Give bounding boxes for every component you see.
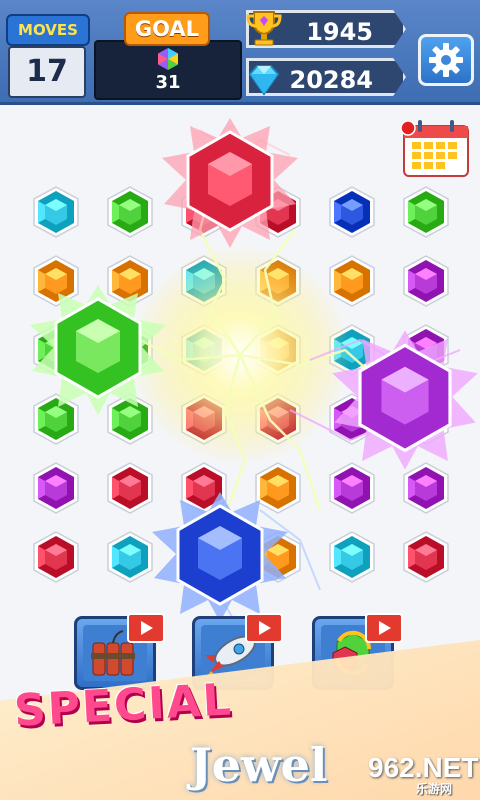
- special-blue-gem[interactable]: [150, 492, 290, 622]
- watch-ad-play-icon[interactable]: [127, 613, 165, 643]
- trophy-score-value: 1945: [306, 18, 373, 46]
- goal-label: GOAL: [124, 12, 210, 46]
- moves-counter: 17: [8, 46, 86, 98]
- banner-title-jewel: Jewel: [190, 738, 328, 792]
- moves-label: MOVES: [6, 14, 90, 46]
- special-purple-gem[interactable]: [330, 330, 480, 470]
- diamond-icon: [248, 65, 280, 96]
- special-red-gem[interactable]: [160, 118, 300, 248]
- diamond-balance-value: 20284: [289, 66, 374, 94]
- rainbow-gem-icon: [158, 48, 178, 70]
- goal-count: 31: [155, 72, 181, 93]
- settings-button[interactable]: [418, 34, 474, 86]
- goal-panel: 31: [94, 40, 242, 100]
- gear-icon: [429, 43, 463, 77]
- watch-ad-play-icon[interactable]: [245, 613, 283, 643]
- watch-ad-play-icon[interactable]: [365, 613, 403, 643]
- trophy-icon: [246, 11, 282, 46]
- top-hud: MOVES 17 31 GOAL 1945 20284: [0, 0, 480, 105]
- watermark: 962.NET 乐游网: [368, 752, 479, 796]
- watermark-subtitle: 乐游网: [416, 782, 453, 796]
- special-green-gem[interactable]: [28, 285, 168, 415]
